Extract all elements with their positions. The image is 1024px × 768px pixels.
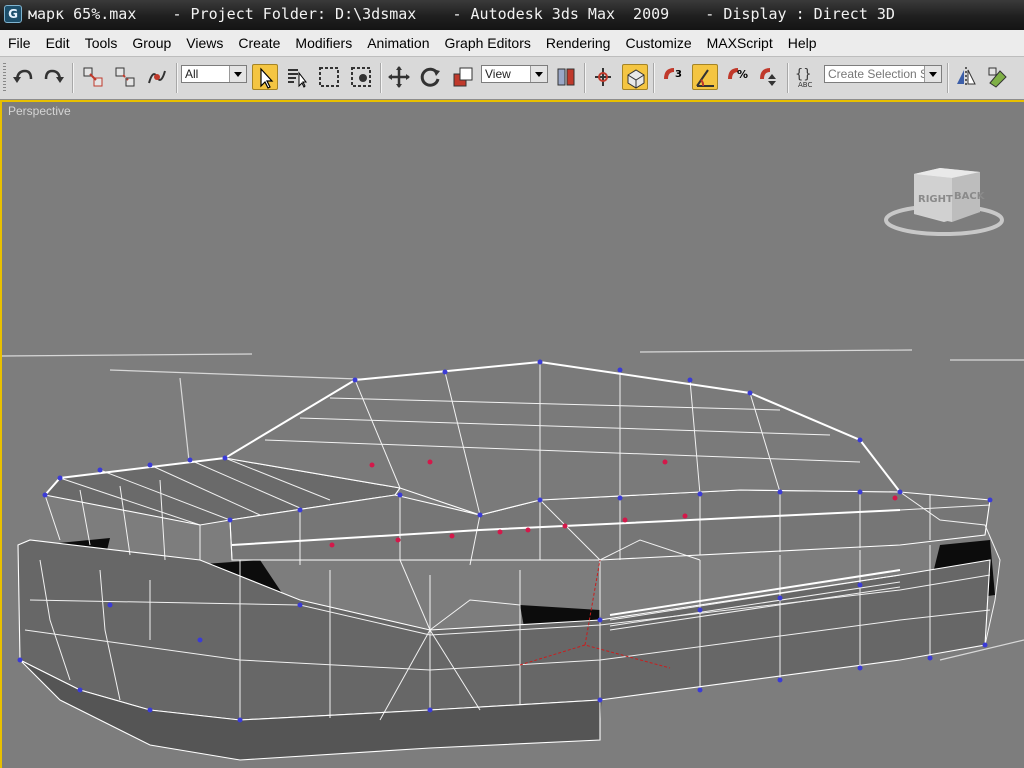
menu-edit[interactable]: Edit	[38, 35, 77, 51]
select-and-manipulate-icon[interactable]	[590, 64, 616, 90]
menu-file[interactable]: File	[0, 35, 38, 51]
toolbar-separator	[947, 63, 949, 93]
menu-bar: File Edit Tools Group Views Create Modif…	[0, 30, 1024, 57]
menu-group[interactable]: Group	[124, 35, 178, 51]
use-pivot-center-icon[interactable]	[553, 64, 579, 90]
bind-to-space-warp-icon[interactable]	[144, 64, 170, 90]
menu-rendering[interactable]: Rendering	[538, 35, 618, 51]
toolbar-grip[interactable]	[3, 63, 6, 93]
menu-tools[interactable]: Tools	[77, 35, 125, 51]
perspective-viewport[interactable]: Perspective RIGHT BACK	[0, 100, 1024, 768]
toolbar-separator	[584, 63, 586, 93]
chevron-down-icon[interactable]	[530, 66, 547, 82]
redo-icon[interactable]	[41, 64, 67, 90]
menu-graph-editors[interactable]: Graph Editors	[436, 35, 537, 51]
reference-coord-value: View	[485, 67, 511, 81]
select-and-scale-icon[interactable]	[450, 64, 476, 90]
3ds-max-app-icon[interactable]: G	[4, 5, 22, 23]
menu-modifiers[interactable]: Modifiers	[287, 35, 359, 51]
toolbar-separator	[787, 63, 789, 93]
viewcube-face-back[interactable]: BACK	[954, 191, 986, 202]
menu-create[interactable]: Create	[230, 35, 287, 51]
select-and-rotate-icon[interactable]	[418, 64, 444, 90]
named-selection-value: Create Selection S	[828, 67, 924, 81]
menu-help[interactable]: Help	[780, 35, 824, 51]
menu-customize[interactable]: Customize	[617, 35, 698, 51]
menu-views[interactable]: Views	[178, 35, 230, 51]
viewcube[interactable]: RIGHT BACK	[882, 166, 1006, 246]
align-icon[interactable]	[985, 64, 1011, 90]
reference-coord-dropdown[interactable]: View	[481, 65, 548, 83]
title-bar: G марк 65%.max - Project Folder: D:\3dsm…	[0, 0, 1024, 30]
unlink-selection-icon[interactable]	[112, 64, 138, 90]
spinner-snap-icon[interactable]	[756, 64, 782, 90]
chevron-down-icon[interactable]	[924, 66, 941, 82]
angle-snap-icon[interactable]	[692, 64, 718, 90]
select-and-link-icon[interactable]	[80, 64, 106, 90]
named-selection-dropdown[interactable]: Create Selection S	[824, 65, 942, 83]
toolbar-separator	[653, 63, 655, 93]
select-object-icon[interactable]	[252, 64, 278, 90]
percent-snap-icon[interactable]: %	[724, 64, 750, 90]
select-and-move-icon[interactable]	[386, 64, 412, 90]
undo-icon[interactable]	[10, 64, 36, 90]
main-toolbar: All View 3 % {} ABC Create Selection S	[0, 57, 1024, 100]
viewcube-face-right[interactable]: RIGHT	[918, 194, 953, 205]
svg-text:{}: {}	[795, 67, 812, 82]
snaps-toggle-icon[interactable]: 3	[660, 64, 686, 90]
mirror-icon[interactable]	[953, 64, 979, 90]
window-title: марк 65%.max - Project Folder: D:\3dsmax…	[28, 5, 895, 23]
chevron-down-icon[interactable]	[229, 66, 246, 82]
select-by-name-icon[interactable]	[284, 64, 310, 90]
window-crossing-icon[interactable]	[348, 64, 374, 90]
edit-named-selection-icon[interactable]: {} ABC	[793, 64, 819, 90]
car-wireframe-model[interactable]	[2, 102, 1024, 768]
toolbar-separator	[380, 63, 382, 93]
selection-filter-dropdown[interactable]: All	[181, 65, 247, 83]
menu-animation[interactable]: Animation	[359, 35, 436, 51]
svg-text:3: 3	[675, 69, 682, 80]
svg-text:%: %	[737, 68, 748, 81]
toolbar-separator	[72, 63, 74, 93]
keyboard-shortcut-override-icon[interactable]	[622, 64, 648, 90]
toolbar-separator	[176, 63, 178, 93]
svg-text:ABC: ABC	[798, 81, 812, 89]
rectangular-selection-icon[interactable]	[316, 64, 342, 90]
menu-maxscript[interactable]: MAXScript	[699, 35, 780, 51]
selection-filter-value: All	[185, 67, 199, 81]
